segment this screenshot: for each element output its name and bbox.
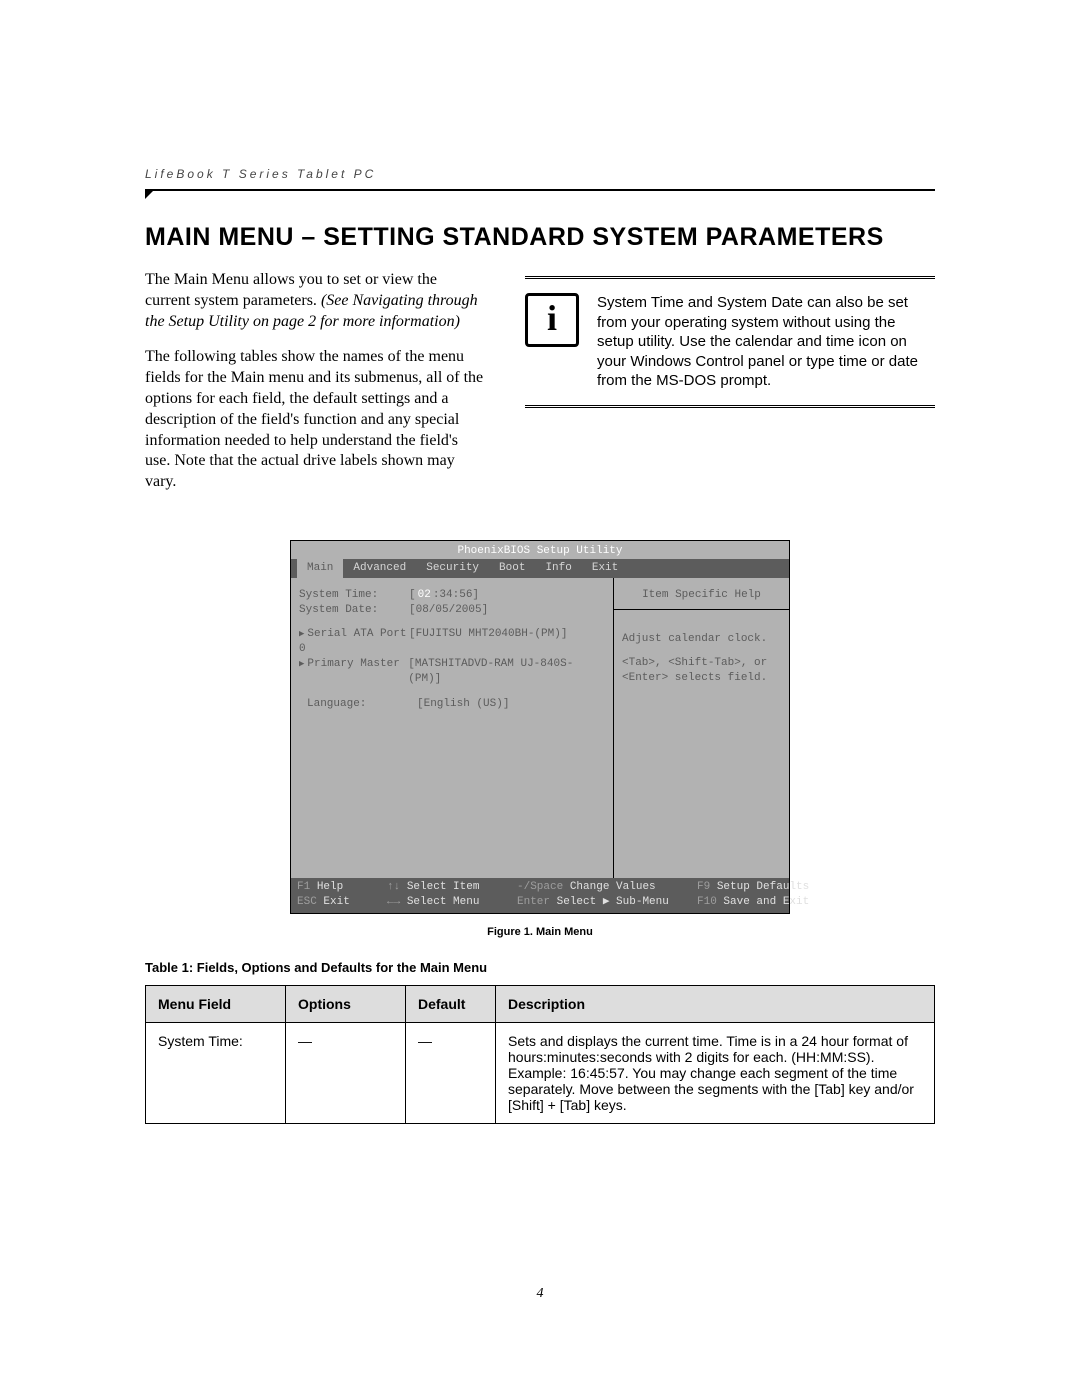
table-header-row: Menu Field Options Default Description: [146, 986, 935, 1023]
bios-primary-master-value: [MATSHITADVD-RAM UJ-840S-(PM)]: [408, 657, 605, 687]
bios-system-date-value[interactable]: [08/05/2005]: [409, 603, 488, 618]
td-menu-field: System Time:: [146, 1023, 286, 1124]
info-separator-top: [525, 276, 935, 279]
bios-help-title: Item Specific Help: [614, 578, 789, 610]
header-pointer-icon: [145, 191, 153, 199]
bios-help-line-3: <Enter> selects field.: [622, 671, 781, 686]
td-description: Sets and displays the current time. Time…: [496, 1023, 935, 1124]
th-options: Options: [286, 986, 406, 1023]
bios-language-value[interactable]: [English (US)]: [417, 697, 509, 712]
bios-tab-main[interactable]: Main: [297, 559, 343, 578]
bios-help-panel: Item Specific Help Adjust calendar clock…: [614, 578, 789, 878]
info-callout: i System Time and System Date can also b…: [525, 285, 935, 399]
figure-caption: Figure 1. Main Menu: [290, 926, 790, 938]
bios-main-panel: System Time: [02:34:56] System Date: [08…: [291, 578, 614, 878]
th-menu-field: Menu Field: [146, 986, 286, 1023]
bios-tab-exit[interactable]: Exit: [582, 559, 628, 578]
bios-language-label: Language:: [299, 697, 417, 712]
info-text: System Time and System Date can also be …: [597, 293, 935, 391]
table-row: System Time: — — Sets and displays the c…: [146, 1023, 935, 1124]
intro-paragraph-1: The Main Menu allows you to set or view …: [145, 270, 485, 332]
bios-sata-label[interactable]: Serial ATA Port 0: [299, 627, 409, 657]
bios-sata-value: [FUJITSU MHT2040BH-(PM)]: [409, 627, 567, 657]
bios-system-date-label: System Date:: [299, 603, 409, 618]
bios-help-line-2: <Tab>, <Shift-Tab>, or: [622, 656, 781, 671]
bios-time-hour-selected[interactable]: 02: [416, 589, 433, 601]
bios-system-time-label: System Time:: [299, 588, 409, 603]
bios-title: PhoenixBIOS Setup Utility: [291, 541, 789, 559]
table-title: Table 1: Fields, Options and Defaults fo…: [145, 960, 935, 975]
th-description: Description: [496, 986, 935, 1023]
bios-primary-master-label[interactable]: Primary Master: [299, 657, 408, 687]
bios-tab-info[interactable]: Info: [535, 559, 581, 578]
bios-system-time-value[interactable]: [02:34:56]: [409, 588, 479, 603]
intro-paragraph-2: The following tables show the names of t…: [145, 347, 485, 493]
bios-tab-advanced[interactable]: Advanced: [343, 559, 416, 578]
running-header: LifeBook T Series Tablet PC: [145, 167, 376, 181]
page-title: MAIN MENU – SETTING STANDARD SYSTEM PARA…: [145, 223, 935, 252]
info-icon: i: [525, 293, 579, 347]
td-options: —: [286, 1023, 406, 1124]
page-number: 4: [0, 1286, 1080, 1302]
info-separator-bottom: [525, 405, 935, 408]
bios-screenshot: PhoenixBIOS Setup Utility Main Advanced …: [290, 540, 790, 914]
bios-tab-boot[interactable]: Boot: [489, 559, 535, 578]
bios-tabs: Main Advanced Security Boot Info Exit: [291, 559, 789, 578]
th-default: Default: [406, 986, 496, 1023]
td-default: —: [406, 1023, 496, 1124]
bios-help-line-1: Adjust calendar clock.: [622, 632, 781, 647]
header-rule: [145, 189, 935, 191]
bios-footer: F1 Help ↑↓ Select Item -/Space Change Va…: [291, 878, 789, 914]
bios-tab-security[interactable]: Security: [416, 559, 489, 578]
fields-table: Menu Field Options Default Description S…: [145, 985, 935, 1124]
